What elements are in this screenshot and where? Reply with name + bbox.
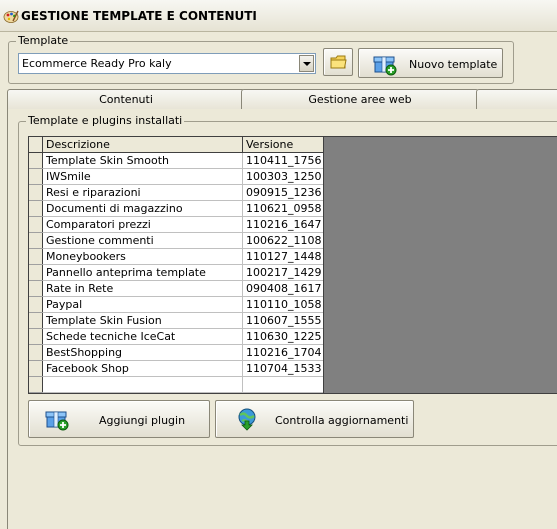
row-indicator[interactable]	[29, 313, 43, 329]
cell-descrizione[interactable]: BestShopping	[43, 345, 243, 361]
gift-box-add-icon	[373, 56, 397, 76]
cell-descrizione[interactable]: IWSmile	[43, 169, 243, 185]
cell-descrizione[interactable]: Resi e riparazioni	[43, 185, 243, 201]
table-row[interactable]: Rate in Rete 090408_1617	[43, 281, 324, 297]
tab-contenuti[interactable]: Contenuti	[7, 89, 245, 109]
cell-versione[interactable]: 110411_1756	[243, 153, 324, 169]
cell-versione[interactable]	[243, 377, 324, 393]
table-row[interactable]: Paypal 110110_1058	[43, 297, 324, 313]
cell-versione[interactable]: 090915_1236	[243, 185, 324, 201]
check-updates-label: Controlla aggiornamenti	[275, 414, 409, 427]
table-row[interactable]: Facebook Shop 110704_1533	[43, 361, 324, 377]
new-template-label: Nuovo template	[409, 58, 498, 71]
tab-additional[interactable]	[476, 89, 557, 109]
open-folder-button[interactable]	[323, 48, 353, 76]
cell-descrizione[interactable]: Template Skin Fusion	[43, 313, 243, 329]
row-indicator[interactable]	[29, 281, 43, 297]
row-indicator[interactable]	[29, 185, 43, 201]
row-indicator[interactable]	[29, 297, 43, 313]
gift-box-add-icon	[45, 411, 69, 431]
cell-versione[interactable]: 110704_1533	[243, 361, 324, 377]
new-template-button[interactable]: Nuovo template	[358, 48, 503, 78]
cell-versione[interactable]: 110127_1448	[243, 249, 324, 265]
cell-versione[interactable]: 110630_1225	[243, 329, 324, 345]
plugins-legend: Template e plugins installati	[26, 114, 185, 127]
cell-versione[interactable]: 110110_1058	[243, 297, 324, 313]
row-indicator-column	[29, 137, 43, 393]
table-row[interactable]: Gestione commenti 100622_1108	[43, 233, 324, 249]
cell-descrizione[interactable]	[43, 377, 243, 393]
table-row[interactable]: Pannello anteprima template 100217_1429	[43, 265, 324, 281]
cell-descrizione[interactable]: Documenti di magazzino	[43, 201, 243, 217]
folder-icon	[330, 55, 347, 69]
table-row[interactable]	[43, 377, 324, 393]
template-select-value: Ecommerce Ready Pro kaly	[22, 57, 172, 70]
table-row[interactable]: Schede tecniche IceCat 110630_1225	[43, 329, 324, 345]
cell-versione[interactable]: 110216_1704	[243, 345, 324, 361]
cell-descrizione[interactable]: Rate in Rete	[43, 281, 243, 297]
template-legend: Template	[16, 34, 71, 47]
row-indicator[interactable]	[29, 329, 43, 345]
add-plugin-label: Aggiungi plugin	[99, 414, 186, 427]
cell-versione[interactable]: 110607_1555	[243, 313, 324, 329]
header-indicator	[29, 137, 43, 153]
grid-header: Descrizione Versione	[29, 137, 324, 153]
row-indicator[interactable]	[29, 233, 43, 249]
cell-descrizione[interactable]: Gestione commenti	[43, 233, 243, 249]
chevron-down-icon[interactable]	[299, 55, 314, 72]
table-row[interactable]: Documenti di magazzino 110621_0958	[43, 201, 324, 217]
column-header-descrizione[interactable]: Descrizione	[43, 137, 243, 153]
row-indicator[interactable]	[29, 265, 43, 281]
cell-descrizione[interactable]: Pannello anteprima template	[43, 265, 243, 281]
table-row[interactable]: Template Skin Smooth 110411_1756	[43, 153, 324, 169]
tab-gestione-aree-web[interactable]: Gestione aree web	[241, 89, 479, 109]
row-indicator[interactable]	[29, 169, 43, 185]
row-indicator[interactable]	[29, 201, 43, 217]
palette-icon	[3, 10, 19, 23]
cell-versione[interactable]: 100303_1250	[243, 169, 324, 185]
table-row[interactable]: Template Skin Fusion 110607_1555	[43, 313, 324, 329]
cell-descrizione[interactable]: Template Skin Smooth	[43, 153, 243, 169]
check-updates-button[interactable]: Controlla aggiornamenti	[215, 400, 414, 438]
row-indicator[interactable]	[29, 217, 43, 233]
cell-descrizione[interactable]: Schede tecniche IceCat	[43, 329, 243, 345]
plugins-grid[interactable]: Descrizione Versione Template Skin Smoot…	[28, 136, 557, 394]
table-row[interactable]: BestShopping 110216_1704	[43, 345, 324, 361]
plugins-table: Descrizione Versione Template Skin Smoot…	[29, 137, 324, 393]
cell-descrizione[interactable]: Comparatori prezzi	[43, 217, 243, 233]
add-plugin-button[interactable]: Aggiungi plugin	[28, 400, 210, 438]
row-indicator[interactable]	[29, 361, 43, 377]
column-header-versione[interactable]: Versione	[243, 137, 324, 153]
cell-versione[interactable]: 110621_0958	[243, 201, 324, 217]
cell-versione[interactable]: 110216_1647	[243, 217, 324, 233]
cell-versione[interactable]: 100217_1429	[243, 265, 324, 281]
cell-descrizione[interactable]: Facebook Shop	[43, 361, 243, 377]
row-indicator[interactable]	[29, 377, 43, 393]
row-indicator[interactable]	[29, 249, 43, 265]
cell-descrizione[interactable]: Paypal	[43, 297, 243, 313]
row-indicator[interactable]	[29, 345, 43, 361]
table-row[interactable]: Resi e riparazioni 090915_1236	[43, 185, 324, 201]
title-bar: GESTIONE TEMPLATE E CONTENUTI	[0, 0, 557, 32]
row-indicator[interactable]	[29, 153, 43, 169]
table-row[interactable]: IWSmile 100303_1250	[43, 169, 324, 185]
table-row[interactable]: Comparatori prezzi 110216_1647	[43, 217, 324, 233]
window-title: GESTIONE TEMPLATE E CONTENUTI	[21, 9, 257, 23]
table-row[interactable]: Moneybookers 110127_1448	[43, 249, 324, 265]
cell-versione[interactable]: 100622_1108	[243, 233, 324, 249]
template-select[interactable]: Ecommerce Ready Pro kaly	[18, 53, 316, 74]
globe-download-icon	[238, 408, 256, 431]
cell-descrizione[interactable]: Moneybookers	[43, 249, 243, 265]
cell-versione[interactable]: 090408_1617	[243, 281, 324, 297]
